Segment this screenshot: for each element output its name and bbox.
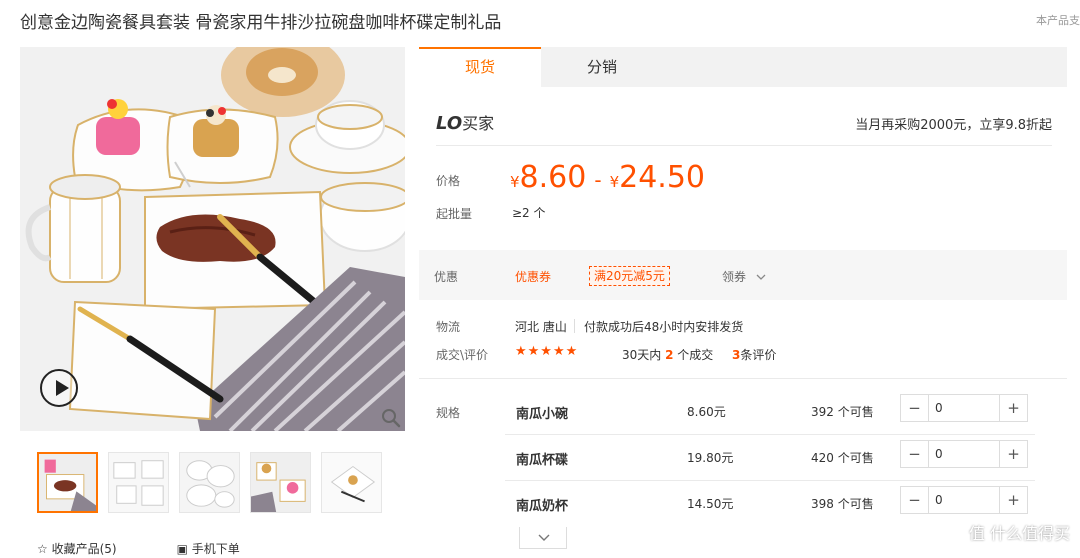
deals-summary[interactable]: 30天内 2 个成交 [622,346,713,363]
product-title: 创意金边陶瓷餐具套装 骨瓷家用牛排沙拉碗盘咖啡杯碟定制礼品 [20,13,502,33]
bottom-links: ☆ 收藏产品(5) ▣ 手机下单 [37,540,240,557]
purchase-tabs: 现货 分销 [419,47,1067,87]
deals-count: 2 [665,348,674,362]
buyer-logo: LO买家 [436,113,494,134]
thumbnail-3[interactable] [179,452,240,513]
price-separator: - [594,168,602,192]
chevron-down-icon [756,274,766,280]
favorite-link[interactable]: ☆ 收藏产品(5) [37,540,117,557]
decrease-button[interactable]: − [901,395,929,421]
thumbnail-image [251,453,310,512]
moq-label: 起批量 [436,207,473,221]
get-coupon-label: 领券 [722,270,747,284]
price-label: 价格 [436,174,461,188]
thumbnail-image [322,453,381,512]
spec-name: 南瓜小碗 [516,407,569,422]
zoom-icon[interactable] [380,407,402,429]
spec-label: 规格 [436,406,461,420]
moq-value: ≥2 个 [512,206,546,220]
chevron-down-icon [538,534,550,541]
spec-stock: 420 个可售 [811,451,874,465]
rating-stars: ★★★★★ [515,344,579,359]
thumbnail-5[interactable] [321,452,382,513]
spec-name: 南瓜杯碟 [516,453,569,468]
divider [419,378,1067,379]
buyer-logo-text: 买家 [462,114,495,133]
buyer-discount-tip: 当月再采购2000元，立享9.8折起 [855,118,1052,133]
spec-name: 南瓜奶杯 [516,499,569,514]
quantity-stepper: − + [900,486,1028,514]
tab-spot[interactable]: 现货 [419,47,541,87]
currency-symbol: ¥ [609,173,620,191]
buyer-level-row: LO买家 当月再采购2000元，立享9.8折起 [436,110,1052,146]
thumbnail-4[interactable] [250,452,311,513]
price-max: 24.50 [619,160,705,195]
decrease-button[interactable]: − [901,487,929,513]
price-range: ¥8.60- ¥24.50 [510,160,705,195]
promo-row: 优惠 优惠券 满20元减5元 领券 [419,250,1067,300]
coupon-tag[interactable]: 满20元减5元 [589,266,670,286]
spec-price: 8.60元 [687,405,726,419]
logistics-label: 物流 [436,320,461,334]
quantity-stepper: − + [900,440,1028,468]
thumbnail-2[interactable] [108,452,169,513]
deals-prefix: 30天内 [622,348,662,362]
site-watermark: 值 什么值得买 [968,524,1070,543]
spec-row: 南瓜奶杯 14.50元 398 个可售 − + [505,481,1035,527]
main-product-image[interactable] [20,47,405,431]
deals-suffix: 个成交 [677,348,714,362]
buyer-logo-prefix: LO [436,113,463,134]
thumbnail-1[interactable] [37,452,98,513]
spec-row: 南瓜小碗 8.60元 392 个可售 − + [505,389,1035,435]
review-summary[interactable]: 3条评价 [732,346,776,363]
logistics-shipping: 付款成功后48小时内安排发货 [584,320,744,334]
spec-price: 14.50元 [687,497,734,511]
thumbnail-image [39,454,96,511]
thumbnail-image [109,453,168,512]
quantity-stepper: − + [900,394,1028,422]
coupon-link[interactable]: 优惠券 [515,268,551,285]
thumbnail-image [180,453,239,512]
promo-label: 优惠 [434,270,459,284]
mobile-order-link[interactable]: ▣ 手机下单 [177,540,240,557]
thumbnail-strip [37,452,382,513]
corner-note: 本产品支 [1036,14,1080,27]
play-video-button[interactable] [40,369,78,407]
increase-button[interactable]: + [999,487,1027,513]
increase-button[interactable]: + [999,441,1027,467]
currency-symbol: ¥ [510,173,520,191]
get-coupon-button[interactable]: 领券 [722,268,766,285]
price-min: 8.60 [519,160,587,195]
expand-specs-button[interactable] [519,527,567,549]
quantity-input[interactable] [929,441,997,467]
product-photo [20,47,405,431]
quantity-input[interactable] [929,395,997,421]
spec-price: 19.80元 [687,451,734,465]
tab-distribution[interactable]: 分销 [541,47,663,87]
decrease-button[interactable]: − [901,441,929,467]
review-suffix: 条评价 [740,348,777,362]
spec-stock: 398 个可售 [811,497,874,511]
spec-row: 南瓜杯碟 19.80元 420 个可售 − + [505,435,1035,481]
reviews-label: 成交\评价 [436,348,489,362]
spec-stock: 392 个可售 [811,405,874,419]
increase-button[interactable]: + [999,395,1027,421]
quantity-input[interactable] [929,487,997,513]
logistics-origin: 河北 唐山 [515,320,567,334]
divider [574,319,575,333]
